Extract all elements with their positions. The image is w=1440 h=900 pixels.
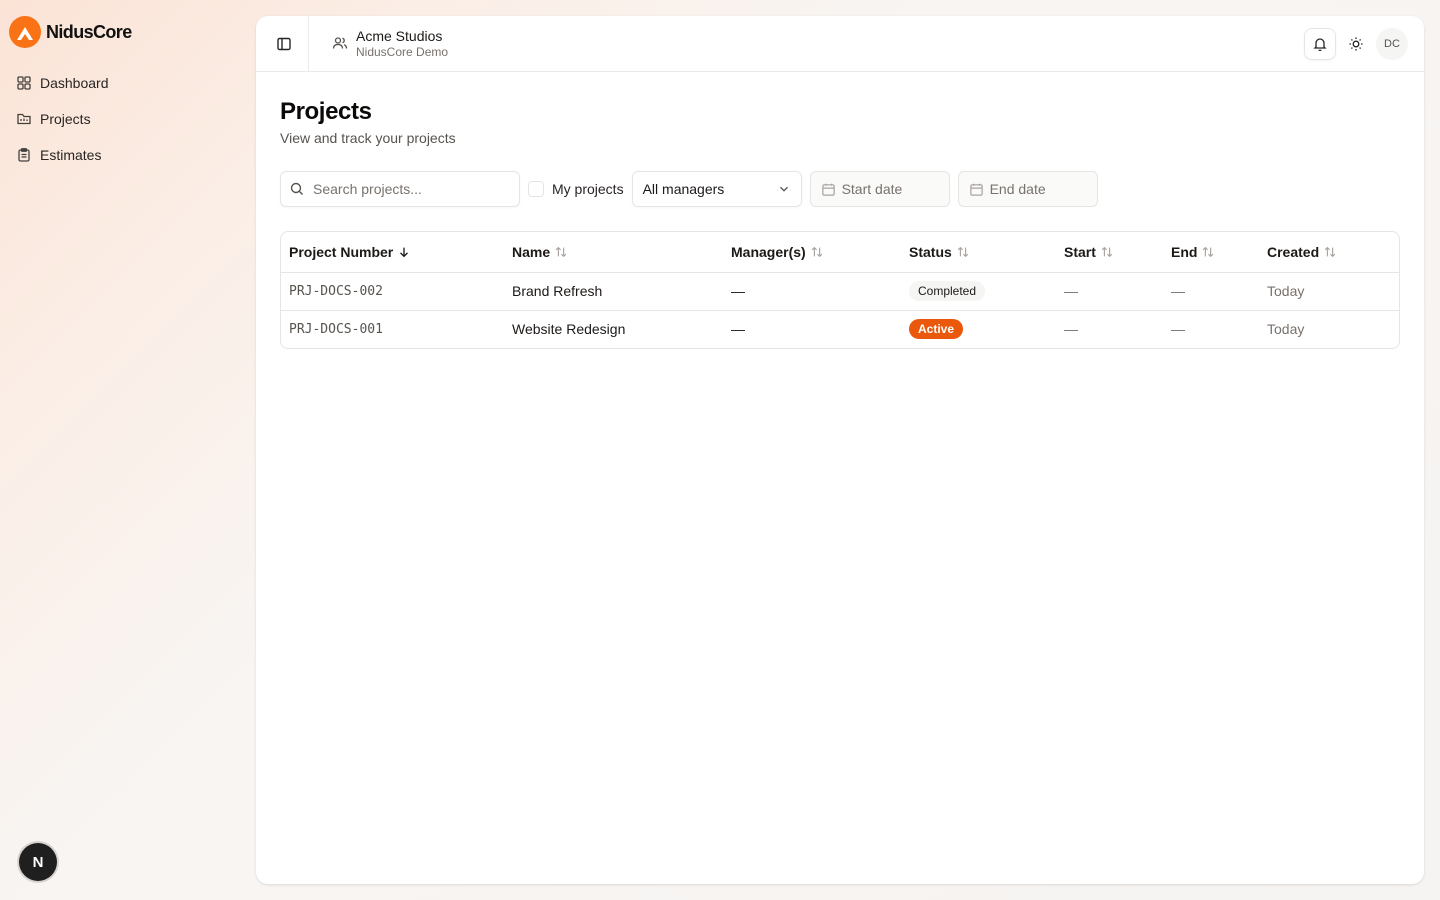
sidebar-item-dashboard[interactable]: Dashboard [8,65,244,101]
my-projects-filter[interactable]: My projects [528,181,624,197]
topbar: Acme Studios NidusCore Demo DC [256,16,1424,72]
column-label: Name [512,243,551,260]
users-icon [332,37,348,49]
sidebar-item-projects[interactable]: Projects [8,101,244,137]
sidebar-item-estimates[interactable]: Estimates [8,137,244,173]
manager-select-value: All managers [642,181,725,197]
table-header-row: Project Number Name Manager(s) Status St… [281,232,1399,273]
column-header-status[interactable]: Status [901,232,1056,273]
panel-left-icon [277,37,291,51]
column-label: Project Number [289,243,394,260]
page-title: Projects [280,98,372,125]
sort-icon [957,246,969,257]
brand-name: NidusCore [46,21,132,42]
layout-grid-icon [17,76,31,90]
column-label: Created [1267,243,1320,260]
sort-icon [1324,246,1336,257]
sun-icon [1349,37,1363,51]
topbar-actions: DC [1304,28,1408,60]
arrow-down-icon [400,247,409,258]
sort-icon [555,246,567,257]
sidebar-toggle-button[interactable] [272,32,296,56]
status-cell: Completed [901,272,1056,310]
notifications-button[interactable] [1304,28,1336,60]
start-date-label: Start date [841,181,903,197]
brand[interactable]: NidusCore [8,15,132,49]
status-badge: Active [909,319,964,340]
managers-cell: — [723,309,901,348]
projects-table: Project Number Name Manager(s) Status St… [280,231,1400,349]
sort-icon [1203,246,1214,257]
calendar-icon [821,183,835,196]
sort-icon [1101,246,1113,257]
sidebar-item-label: Projects [40,111,91,127]
org-subtitle: NidusCore Demo [356,45,449,59]
user-avatar[interactable]: DC [1376,28,1408,60]
status-badge: Completed [909,281,986,301]
page-content: Projects View and track your projects My… [256,72,1424,349]
table-row[interactable]: PRJ-DOCS-001 Website Redesign — Active —… [281,309,1399,348]
search-input[interactable] [313,181,503,197]
clipboard-icon [18,148,30,162]
sidebar-item-label: Dashboard [40,75,109,91]
my-projects-checkbox[interactable] [528,181,544,197]
status-cell: Active [901,309,1056,348]
search-icon [290,182,303,195]
column-header-created[interactable]: Created [1259,232,1399,273]
column-label: Status [909,243,952,260]
main-panel: Acme Studios NidusCore Demo DC Projects … [256,16,1424,884]
topbar-divider [308,16,309,72]
column-header-name[interactable]: Name [504,232,723,273]
my-projects-label: My projects [552,181,624,197]
manager-select[interactable]: All managers [631,171,802,207]
sort-icon [811,246,822,257]
chevron-down-icon [779,186,788,192]
niduscore-logo-icon [9,16,41,48]
end-cell: — [1163,309,1259,348]
bell-icon [1313,38,1327,52]
start-date-picker[interactable]: Start date [809,171,950,207]
column-header-end[interactable]: End [1163,232,1259,273]
folder-icon [17,113,31,125]
column-header-managers[interactable]: Manager(s) [723,232,901,273]
created-cell: Today [1259,309,1399,348]
project-name-cell: Brand Refresh [512,283,603,299]
end-date-picker[interactable]: End date [957,171,1098,207]
column-header-start[interactable]: Start [1056,232,1163,273]
sidebar-item-label: Estimates [40,147,102,163]
sidebar: NidusCore Dashboard Projects Estimates N [0,0,256,900]
project-name-cell: Website Redesign [504,309,723,348]
created-cell: Today [1267,283,1305,299]
org-name: Acme Studios [356,28,443,44]
column-label: End [1171,243,1198,260]
managers-cell: — [731,283,745,299]
calendar-icon [969,183,983,196]
end-cell: — [1171,283,1185,299]
org-switcher[interactable]: Acme Studios NidusCore Demo [332,27,448,59]
theme-toggle-button[interactable] [1340,28,1372,60]
search-box [280,171,520,207]
filters-bar: My projects All managers Start date End … [280,171,1400,207]
column-header-project-number[interactable]: Project Number [281,232,504,273]
end-date-label: End date [989,181,1046,197]
start-cell: — [1056,309,1163,348]
column-label: Manager(s) [731,243,806,260]
project-number-cell: PRJ-DOCS-001 [281,309,504,348]
column-label: Start [1064,243,1096,260]
help-fab-button[interactable]: N [19,843,57,881]
sidebar-nav: Dashboard Projects Estimates [8,65,244,173]
project-number-cell: PRJ-DOCS-002 [289,283,383,299]
start-cell: — [1064,283,1078,299]
table-row[interactable]: PRJ-DOCS-002 Brand Refresh — Completed —… [281,272,1399,310]
page-subtitle: View and track your projects [280,130,456,146]
